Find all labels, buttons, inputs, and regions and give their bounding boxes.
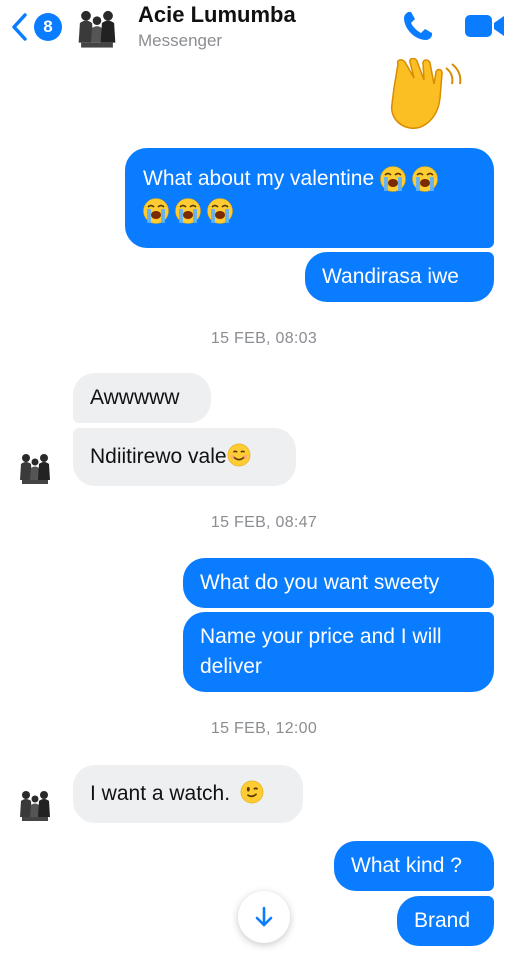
message-text: Wandirasa iwe — [322, 265, 459, 288]
loudly-crying-face-emoji — [411, 166, 438, 193]
timestamp: 15 FEB, 08:47 — [210, 514, 318, 531]
scroll-to-bottom-button[interactable] — [238, 891, 290, 943]
smiling-face-emoji — [227, 444, 250, 467]
message-text: deliver — [200, 655, 262, 678]
contact-name[interactable]: Acie Lumumba — [138, 2, 296, 28]
phone-icon[interactable] — [400, 8, 436, 44]
video-camera-icon[interactable] — [464, 12, 506, 40]
loudly-crying-face-emoji — [143, 198, 169, 225]
message-text: Brand — [414, 909, 471, 932]
timestamp: 15 FEB, 08:03 — [210, 330, 318, 347]
chevron-left-icon — [12, 13, 27, 41]
message-text: Name your price and I will — [200, 625, 442, 648]
message-text: What kind ? — [351, 854, 462, 877]
contact-subtitle: Messenger — [138, 31, 223, 50]
incoming-message[interactable]: I want a watch. — [73, 765, 303, 823]
outgoing-message[interactable]: Wandirasa iwe — [305, 252, 494, 302]
contact-avatar[interactable] — [76, 6, 118, 50]
outgoing-message[interactable]: Brand — [397, 896, 494, 946]
arrow-down-icon — [255, 906, 273, 927]
outgoing-message[interactable]: Name your price and I will deliver — [183, 612, 494, 692]
loudly-crying-face-emoji — [174, 198, 201, 225]
incoming-message[interactable]: Ndiitirewo vale — [73, 428, 296, 486]
loudly-crying-face-emoji — [379, 166, 406, 193]
outgoing-message[interactable]: What about my valentine — [125, 148, 494, 248]
outgoing-message[interactable]: What kind ? — [334, 841, 494, 891]
contact-avatar[interactable] — [18, 787, 52, 823]
message-text: I want a watch. — [90, 782, 231, 805]
outgoing-message[interactable]: What do you want sweety — [183, 558, 494, 608]
incoming-message[interactable]: Awwwww — [73, 373, 211, 423]
waving-hand-emoji — [390, 58, 462, 129]
contact-avatar[interactable] — [18, 450, 52, 486]
message-text: Ndiitirewo vale — [90, 445, 227, 468]
message-text: Awwwww — [90, 386, 180, 409]
unread-count-badge: 8 — [34, 13, 62, 41]
winking-face-emoji — [240, 781, 264, 804]
chat-header: 8 Acie Lumumba Messenger — [0, 0, 528, 62]
message-text: What do you want sweety — [200, 571, 440, 594]
loudly-crying-face-emoji — [206, 198, 233, 225]
timestamp: 15 FEB, 12:00 — [210, 720, 318, 737]
message-text: What about my valentine — [143, 167, 375, 190]
back-button[interactable]: 8 — [10, 10, 62, 44]
